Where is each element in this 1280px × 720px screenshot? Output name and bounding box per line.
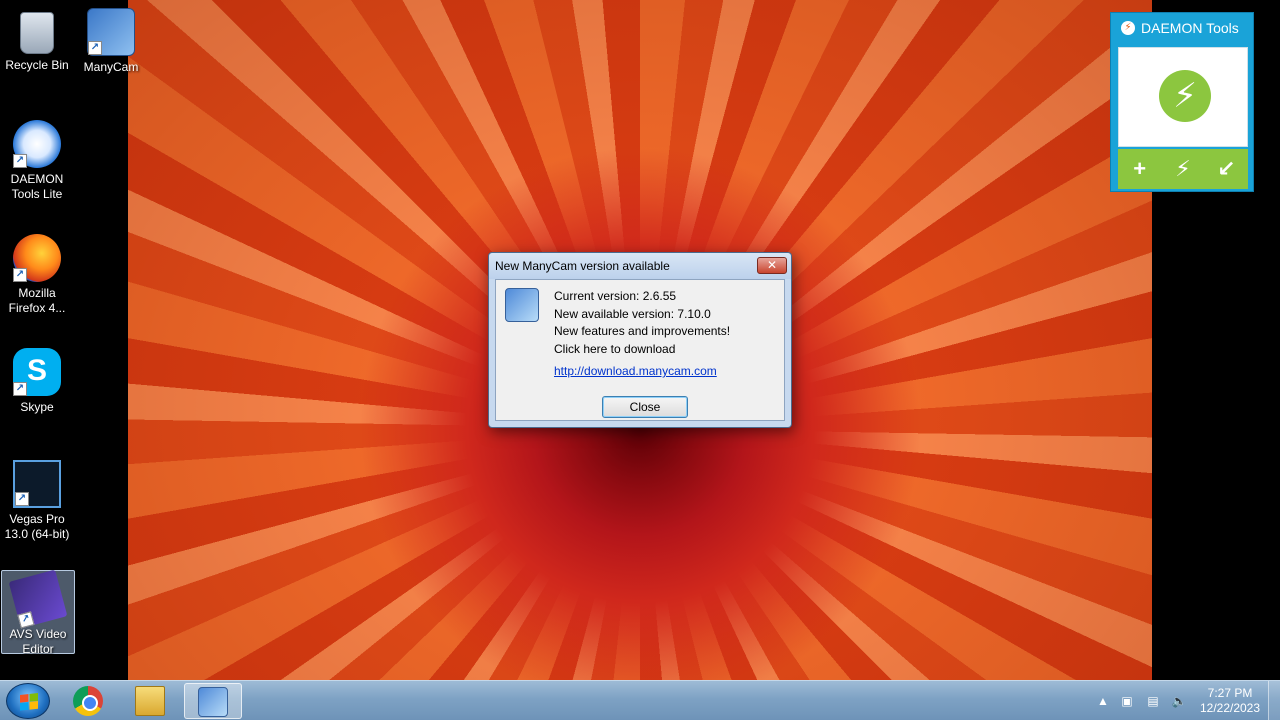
- desktop-icon-label: Mozilla Firefox 4...: [8, 286, 66, 315]
- clock-date: 12/22/2023: [1199, 701, 1261, 715]
- features-text: New features and improvements!: [554, 324, 731, 338]
- manycam-update-dialog: New ManyCam version available ✕ Current …: [488, 252, 792, 428]
- desktop-icon-label: Skype: [20, 400, 54, 414]
- clock[interactable]: 7:27 PM 12/22/2023: [1196, 686, 1264, 716]
- daemon-tools-gadget: ⚡ DAEMON Tools ⚡ + ⚡ ↙: [1110, 12, 1254, 192]
- taskbar-app-file-explorer[interactable]: [122, 683, 180, 719]
- download-link[interactable]: http://download.manycam.com: [554, 364, 717, 378]
- shortcut-arrow-icon: ↗: [88, 41, 102, 55]
- taskbar-app-chrome[interactable]: [60, 683, 118, 719]
- desktop: Recycle Bin ↗ ManyCam ↗ DAEMON Tools Lit…: [0, 0, 1280, 680]
- dialog-content: Current version: 2.6.55 New available ve…: [495, 279, 785, 421]
- network-icon[interactable]: ▤: [1144, 692, 1162, 710]
- current-version-text: Current version: 2.6.55: [554, 289, 677, 303]
- desktop-icon-label: AVS Video Editor: [9, 627, 67, 656]
- daemon-logo-icon: ⚡: [1121, 21, 1135, 35]
- manycam-icon: [198, 687, 228, 717]
- desktop-icon-avs-video-editor[interactable]: ↗ AVS Video Editor: [1, 569, 75, 656]
- desktop-icon-skype[interactable]: S ↗ Skype: [0, 344, 74, 415]
- shortcut-arrow-icon: ↗: [17, 611, 35, 629]
- manycam-tray-icon[interactable]: ▣: [1118, 692, 1136, 710]
- daemon-gadget-title-bar: ⚡ DAEMON Tools: [1111, 13, 1253, 43]
- dialog-close-x-button[interactable]: ✕: [757, 257, 787, 274]
- desktop-icon-daemon-tools[interactable]: ↗ DAEMON Tools Lite: [0, 116, 74, 202]
- show-desktop-button[interactable]: [1268, 681, 1280, 720]
- add-image-button[interactable]: +: [1125, 156, 1155, 182]
- desktop-icon-label: ManyCam: [83, 60, 139, 74]
- close-button[interactable]: Close: [602, 396, 688, 418]
- new-version-text: New available version: 7.10.0: [554, 306, 711, 321]
- daemon-gadget-actions: + ⚡ ↙: [1118, 149, 1248, 189]
- desktop-icon-label: Recycle Bin: [5, 58, 69, 72]
- clock-time: 7:27 PM: [1207, 686, 1253, 700]
- file-explorer-icon: [135, 686, 165, 716]
- lightning-bolt-icon: ⚡: [1159, 70, 1211, 122]
- desktop-icon-recycle-bin[interactable]: Recycle Bin: [0, 4, 74, 73]
- taskbar: ▲ ▣ ▤ 🔈 7:27 PM 12/22/2023: [0, 680, 1280, 720]
- recycle-bin-icon: [20, 12, 54, 54]
- desktop-icon-vegas-pro[interactable]: ↗ Vegas Pro 13.0 (64-bit): [0, 456, 74, 542]
- daemon-tools-icon: ↗: [13, 120, 61, 168]
- system-tray: ▲ ▣ ▤ 🔈 7:27 PM 12/22/2023: [1092, 681, 1280, 720]
- dialog-message: Current version: 2.6.55 New available ve…: [554, 288, 730, 358]
- unmount-button[interactable]: ↙: [1211, 156, 1241, 182]
- daemon-gadget-title: DAEMON Tools: [1141, 20, 1239, 36]
- manycam-icon: [505, 288, 539, 322]
- desktop-icon-label: Vegas Pro 13.0 (64-bit): [4, 512, 70, 541]
- dialog-title-bar[interactable]: New ManyCam version available: [489, 253, 791, 279]
- desktop-icon-manycam[interactable]: ↗ ManyCam: [74, 4, 148, 75]
- volume-muted-icon[interactable]: 🔈: [1170, 692, 1188, 710]
- taskbar-app-manycam[interactable]: [184, 683, 242, 719]
- desktop-icon-label: DAEMON Tools Lite: [10, 172, 64, 201]
- shortcut-arrow-icon: ↗: [13, 268, 27, 282]
- vegas-pro-icon: ↗: [13, 460, 61, 508]
- windows-logo-icon: [20, 693, 38, 711]
- firefox-icon: ↗: [13, 234, 61, 282]
- daemon-gadget-panel[interactable]: ⚡: [1118, 47, 1248, 147]
- avs-video-editor-icon: ↗: [8, 569, 68, 629]
- shortcut-arrow-icon: ↗: [15, 492, 29, 506]
- shortcut-arrow-icon: ↗: [13, 382, 27, 396]
- start-button[interactable]: [6, 683, 50, 719]
- shortcut-arrow-icon: ↗: [13, 154, 27, 168]
- desktop-icon-firefox[interactable]: ↗ Mozilla Firefox 4...: [0, 230, 74, 316]
- manycam-icon: ↗: [87, 8, 135, 56]
- skype-icon: S ↗: [13, 348, 61, 396]
- chrome-icon: [73, 686, 103, 716]
- show-hidden-icons-button[interactable]: ▲: [1096, 692, 1110, 710]
- quick-mount-button[interactable]: ⚡: [1168, 156, 1198, 182]
- click-here-text: Click here to download: [554, 341, 676, 356]
- dialog-title: New ManyCam version available: [495, 259, 670, 273]
